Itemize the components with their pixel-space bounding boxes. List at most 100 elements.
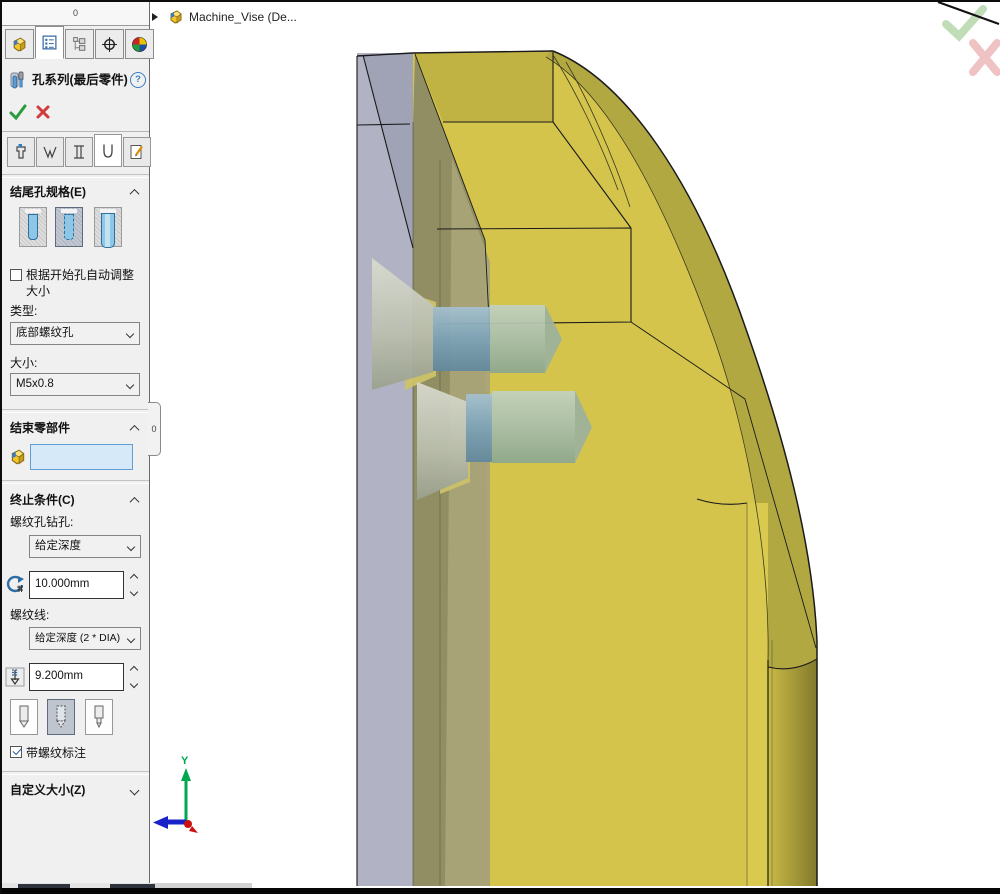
tab-configurationmanager[interactable]: [65, 29, 94, 59]
section-end-hole-spec-header: 结尾孔规格(E): [10, 183, 141, 201]
breadcrumb[interactable]: Machine_Vise (De...: [152, 8, 297, 26]
type-dropdown[interactable]: 底部螺纹孔: [10, 322, 140, 345]
drill-depth-row: 10.000mm: [2, 571, 149, 601]
drill-point-dashed-icon: [52, 705, 70, 729]
tab-featuremanager[interactable]: [5, 29, 34, 59]
pm-actions: [2, 99, 149, 127]
hole-highlight: [105, 214, 110, 247]
tab-propertymanager[interactable]: [35, 26, 64, 59]
collapse-chevron-icon[interactable]: [127, 421, 141, 435]
triad-x-axis: [184, 820, 192, 828]
property-manager-panel: 0: [2, 2, 150, 887]
lower-thread: [492, 391, 575, 463]
drill-point-step-icon: [90, 705, 108, 729]
tab-counterbore[interactable]: [7, 137, 35, 167]
end-component-row: [2, 443, 149, 473]
upper-thread: [490, 305, 545, 373]
flyout-expand-icon[interactable]: [152, 13, 158, 21]
tap-drill-value: 给定深度: [35, 540, 81, 552]
drill-point-button-2[interactable]: [47, 699, 75, 735]
section-title: 结束零部件: [10, 421, 70, 435]
display-colorwheel-icon: [131, 36, 148, 53]
separator: [2, 771, 149, 775]
dropdown-chevron-icon: [126, 330, 134, 338]
section-custom-size-header: 自定义大小(Z): [10, 781, 141, 799]
tab-legacy[interactable]: [123, 137, 151, 167]
expand-chevron-icon[interactable]: [127, 783, 141, 797]
spin-up-icon[interactable]: [130, 666, 138, 674]
section-end-condition-header: 终止条件(C): [10, 491, 141, 509]
dropdown-chevron-icon: [126, 381, 134, 389]
tap-drill-dropdown[interactable]: 给定深度: [29, 535, 141, 558]
section-end-component-header: 结束零部件: [10, 419, 141, 437]
tab-dimxpertmanager[interactable]: [95, 29, 124, 59]
scrollbar-thumb[interactable]: [18, 884, 70, 888]
tab-drill[interactable]: [65, 137, 93, 167]
pm-title: 孔系列(最后零件): [32, 65, 128, 95]
panel-scroll-indicator: 0: [2, 2, 149, 26]
drill-depth-icon: [6, 575, 26, 595]
blind-hole-shape: [28, 214, 38, 240]
size-dropdown[interactable]: M5x0.8: [10, 373, 140, 396]
solidworks-window: Y Z Machine_Vise (De... 0: [0, 0, 1000, 894]
thread-depth-input[interactable]: 9.200mm: [29, 663, 124, 691]
thread-value: 给定深度 (2 * DIA): [35, 632, 120, 644]
part-icon: [168, 9, 184, 25]
drill-depth-spinner[interactable]: [128, 571, 140, 599]
dimxpert-target-icon: [101, 36, 118, 53]
property-list-icon: [41, 34, 58, 51]
legacy-edit-icon: [128, 143, 146, 161]
hole-opening-shape: [25, 209, 41, 213]
end-spec-blind-button[interactable]: [19, 207, 47, 247]
separator: [2, 131, 149, 132]
drill-point-button-1[interactable]: [10, 699, 38, 735]
flyout-collapsed-tab[interactable]: 0: [148, 402, 161, 456]
end-component-selection-box[interactable]: [30, 444, 133, 470]
blind-dashed-hole-shape: [64, 214, 74, 240]
end-spec-blind-auto-button[interactable]: [55, 207, 83, 247]
end-spec-through-button[interactable]: [94, 207, 122, 247]
dropdown-chevron-icon: [127, 635, 135, 643]
collapse-chevron-icon[interactable]: [127, 493, 141, 507]
drill-hole-icon: [70, 143, 88, 161]
thread-callout-label: 带螺纹标注: [26, 745, 145, 761]
breadcrumb-label[interactable]: Machine_Vise (De...: [189, 10, 297, 24]
counterbore-icon: [12, 143, 30, 161]
tab-displaymanager[interactable]: [125, 29, 154, 59]
type-label: 类型:: [10, 302, 145, 318]
thread-callout-row: 带螺纹标注: [10, 744, 145, 762]
help-icon[interactable]: ?: [130, 72, 146, 88]
thread-callout-checkbox[interactable]: [10, 746, 22, 758]
graphics-viewport[interactable]: Y Z: [150, 0, 1000, 888]
type-value: 底部螺纹孔: [16, 327, 74, 339]
auto-adjust-checkbox[interactable]: [10, 269, 22, 281]
ok-check-icon[interactable]: [9, 103, 27, 121]
auto-adjust-row: 根据开始孔自动调整大小: [10, 267, 145, 301]
window-left-border: [0, 0, 2, 894]
separator: [2, 409, 149, 413]
check-icon: [12, 746, 21, 755]
spin-down-icon[interactable]: [130, 588, 138, 596]
triad-y-label: Y: [181, 755, 189, 767]
spin-down-icon[interactable]: [130, 680, 138, 688]
drill-point-button-3[interactable]: [85, 699, 113, 735]
spin-up-icon[interactable]: [130, 574, 138, 582]
tab-tap[interactable]: [94, 134, 122, 167]
configurations-icon: [71, 36, 88, 53]
separator: [2, 480, 149, 484]
size-label: 大小:: [10, 354, 145, 370]
thread-depth-icon: [5, 667, 25, 687]
part-cube-icon: [11, 36, 28, 53]
thread-depth-row: 9.200mm: [2, 663, 149, 693]
hole-opening-shape: [61, 209, 77, 213]
hole-series-icon: [9, 70, 29, 90]
thread-dropdown[interactable]: 给定深度 (2 * DIA): [29, 627, 141, 650]
thread-depth-spinner[interactable]: [128, 663, 140, 691]
drill-point-icon: [15, 705, 33, 729]
drill-depth-input[interactable]: 10.000mm: [29, 571, 124, 599]
scrollbar-thumb[interactable]: [110, 884, 155, 888]
tab-countersink[interactable]: [36, 137, 64, 167]
tap-drill-label: 螺纹孔钻孔:: [10, 513, 145, 529]
cancel-x-icon[interactable]: [35, 104, 51, 120]
collapse-chevron-icon[interactable]: [127, 185, 141, 199]
